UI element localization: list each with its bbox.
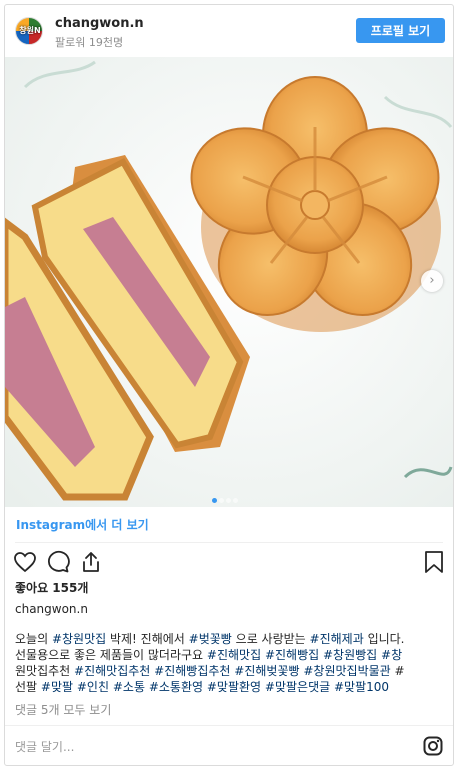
caption-line: 원맛집추천 #진해맛집추천 #진해빵집추천 #진해벚꽃빵 #창원맛집박물관 # — [15, 664, 405, 678]
caption-line: 선팔 #맞팔 #인친 #소통 #소통환영 #맞팔환영 #맞팔은댓글 #맞팔100 — [15, 680, 390, 694]
hashtag-link[interactable]: #소통환영 — [149, 680, 203, 694]
hashtag-link[interactable]: #맞팔환영 — [207, 680, 261, 694]
view-more-on-instagram-link[interactable]: Instagram에서 더 보기 — [16, 516, 149, 533]
heart-icon[interactable] — [13, 550, 37, 574]
hashtag-link[interactable]: #소통 — [113, 680, 145, 694]
instagram-icon[interactable] — [423, 736, 443, 756]
carousel-dot — [226, 498, 231, 503]
hashtag-link[interactable]: #인친 — [77, 680, 109, 694]
carousel-indicator — [212, 488, 240, 503]
hashtag-link[interactable]: #맞팔100 — [334, 680, 389, 694]
caption-username[interactable]: changwon.n — [15, 602, 88, 616]
carousel-next-icon[interactable]: › — [421, 270, 443, 292]
hashtag-link[interactable]: #창원빵집 — [323, 648, 377, 662]
post-photo[interactable]: › — [5, 57, 453, 507]
hashtag-link[interactable]: #진해빵집 — [265, 648, 319, 662]
avatar[interactable]: 창원N — [15, 17, 43, 45]
instagram-embed-card: 창원N changwon.n 팔로워 19천명 프로필 보기 › Instagr… — [4, 4, 454, 766]
hashtag-link[interactable]: #벚꽃빵 — [189, 632, 232, 646]
hashtag-link[interactable]: #맞팔 — [41, 680, 73, 694]
like-count[interactable]: 좋아요 155개 — [15, 579, 88, 596]
avatar-text: 창원N — [19, 26, 41, 35]
caption-line: 선물용으로 좋은 제품들이 많더라구요 #진해맛집 #진해빵집 #창원빵집 #창 — [15, 648, 403, 662]
post-header: 창원N changwon.n 팔로워 19천명 프로필 보기 — [5, 5, 453, 57]
hashtag-link[interactable]: #진해맛집 — [207, 648, 261, 662]
view-profile-button[interactable]: 프로필 보기 — [356, 18, 445, 43]
hashtag-link[interactable]: #진해제과 — [310, 632, 364, 646]
hashtag-link[interactable]: #진해맛집추천 — [74, 664, 150, 678]
post-caption: 오늘의 #창원맛집 박제! 진해에서 #벚꽃빵 으로 사랑받는 #진해제과 입니… — [15, 631, 447, 695]
header-username[interactable]: changwon.n — [55, 16, 144, 31]
hashtag-link[interactable]: #맞팔은댓글 — [265, 680, 330, 694]
photo-illustration — [5, 57, 453, 507]
bookmark-icon[interactable] — [423, 550, 445, 574]
hashtag-link[interactable]: #진해벚꽃빵 — [234, 664, 299, 678]
divider — [5, 725, 453, 726]
carousel-dot — [212, 498, 217, 503]
follower-count: 팔로워 19천명 — [55, 36, 124, 49]
comment-icon[interactable] — [46, 550, 70, 574]
carousel-dot — [233, 498, 238, 503]
hashtag-link[interactable]: #창원맛집박물관 — [303, 664, 390, 678]
divider — [15, 542, 443, 543]
share-icon[interactable] — [79, 550, 103, 574]
view-all-comments-link[interactable]: 댓글 5개 모두 보기 — [15, 701, 111, 718]
carousel-dot — [219, 498, 224, 503]
hashtag-link[interactable]: #진해빵집추천 — [154, 664, 230, 678]
hashtag-link[interactable]: #창원맛집 — [52, 632, 106, 646]
comment-input[interactable] — [15, 739, 395, 755]
hashtag-link[interactable]: #창 — [381, 648, 402, 662]
caption-line: 오늘의 #창원맛집 박제! 진해에서 #벚꽃빵 으로 사랑받는 #진해제과 입니… — [15, 632, 405, 646]
